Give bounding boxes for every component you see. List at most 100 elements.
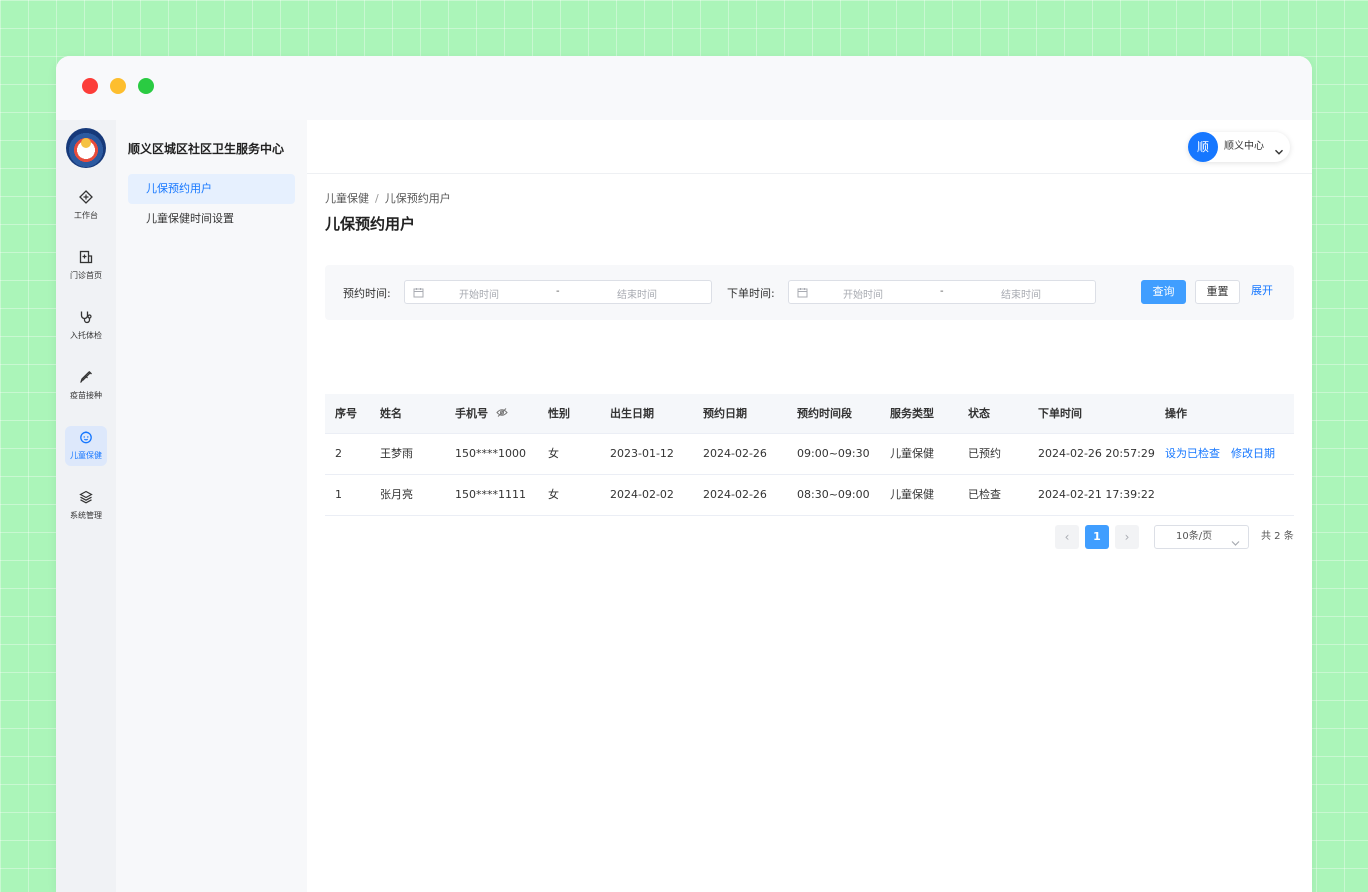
column-header: 状态 <box>968 407 990 420</box>
column-header: 预约日期 <box>703 407 747 420</box>
column-header: 预约时间段 <box>797 407 852 420</box>
table-row: 2 王梦雨 150****1000 女 2023-01-12 2024-02-2… <box>325 434 1294 475</box>
rail-item-checkup[interactable]: 入托体检 <box>65 306 107 346</box>
icon-rail: 工作台 门诊首页 入托体检 疫苗接种 儿童保健 系统管理 <box>56 120 116 892</box>
filter-panel: 预约时间: 开始时间 - 结束时间 下单时间: 开始时间 - 结束时间 查询 重… <box>325 265 1294 320</box>
reset-button[interactable]: 重置 <box>1195 280 1240 304</box>
calendar-icon <box>413 287 424 301</box>
main-content: 顺 顺义中心 儿童保健 / 儿保预约用户 儿保预约用户 预约时间: 开始时间 - 结… <box>307 120 1312 892</box>
query-button[interactable]: 查询 <box>1141 280 1186 304</box>
column-header: 操作 <box>1165 407 1187 420</box>
sidebar-item-time-settings[interactable]: 儿童保健时间设置 <box>128 204 295 234</box>
cell-status: 已预约 <box>968 447 1001 460</box>
user-menu[interactable]: 顺 顺义中心 <box>1188 132 1290 162</box>
appointment-end-input[interactable]: 结束时间 <box>617 286 657 301</box>
rail-item-label: 系统管理 <box>70 511 102 520</box>
org-name: 顺义区城区社区卫生服务中心 <box>128 142 285 156</box>
cell-birth-date: 2023-01-12 <box>610 447 674 460</box>
rail-item-vaccine[interactable]: 疫苗接种 <box>65 366 107 406</box>
cell-gender: 女 <box>548 488 559 501</box>
cell-birth-date: 2024-02-02 <box>610 488 674 501</box>
column-header: 性别 <box>548 407 570 420</box>
order-time-range-picker[interactable]: 开始时间 - 结束时间 <box>788 280 1096 304</box>
cell-service-type: 儿童保健 <box>890 447 934 460</box>
range-separator: - <box>556 286 560 297</box>
rail-item-label: 儿童保健 <box>70 451 102 460</box>
rail-item-system[interactable]: 系统管理 <box>65 486 107 526</box>
clinic-icon <box>65 250 107 268</box>
top-bar: 顺 顺义中心 <box>307 120 1312 174</box>
minimize-window-button[interactable] <box>110 78 126 94</box>
order-time-label: 下单时间: <box>727 287 775 300</box>
org-logo <box>66 128 106 168</box>
appointment-start-input[interactable]: 开始时间 <box>459 286 499 301</box>
syringe-icon <box>65 370 107 388</box>
stethoscope-icon <box>65 310 107 328</box>
page-title: 儿保预约用户 <box>325 215 416 233</box>
column-header: 服务类型 <box>890 407 934 420</box>
sidebar-item-appointment-users[interactable]: 儿保预约用户 <box>128 174 295 204</box>
user-name: 顺义中心 <box>1224 141 1264 152</box>
title-bar <box>56 56 1312 120</box>
page-number-current[interactable]: 1 <box>1085 525 1109 549</box>
rail-item-child-care[interactable]: 儿童保健 <box>65 426 107 466</box>
chevron-down-icon <box>1231 534 1240 556</box>
layers-icon <box>65 490 107 508</box>
prev-page-button[interactable]: ‹ <box>1055 525 1079 549</box>
breadcrumb-parent[interactable]: 儿童保健 <box>325 192 369 205</box>
appointment-time-range-picker[interactable]: 开始时间 - 结束时间 <box>404 280 712 304</box>
cell-gender: 女 <box>548 447 559 460</box>
column-header: 序号 <box>335 407 357 420</box>
app-window: 工作台 门诊首页 入托体检 疫苗接种 儿童保健 系统管理 顺义区城区社区卫生服务… <box>56 56 1312 892</box>
cell-index: 2 <box>335 447 342 460</box>
baby-icon <box>65 430 107 448</box>
page-size-select[interactable]: 10条/页 <box>1154 525 1249 549</box>
rail-item-label: 入托体检 <box>70 331 102 340</box>
table-header: 序号 姓名 手机号 性别 出生日期 预约日期 预约时间段 服务类型 状态 下单时… <box>325 394 1294 434</box>
page-size-value: 10条/页 <box>1176 531 1213 542</box>
sub-sidebar: 顺义区城区社区卫生服务中心 儿保预约用户 儿童保健时间设置 <box>116 120 307 892</box>
cell-order-time: 2024-02-21 17:39:22 <box>1038 488 1155 501</box>
column-header: 姓名 <box>380 407 402 420</box>
cell-status: 已检查 <box>968 488 1001 501</box>
appointment-time-label: 预约时间: <box>343 287 391 300</box>
column-header: 出生日期 <box>610 407 654 420</box>
cell-name: 张月亮 <box>380 488 413 501</box>
calendar-icon <box>797 287 808 301</box>
cell-phone: 150****1111 <box>455 488 526 501</box>
order-start-input[interactable]: 开始时间 <box>843 286 883 301</box>
rail-item-label: 疫苗接种 <box>70 391 102 400</box>
cell-index: 1 <box>335 488 342 501</box>
breadcrumb-current: 儿保预约用户 <box>384 192 451 205</box>
eye-off-icon[interactable] <box>496 394 508 434</box>
breadcrumb-separator: / <box>375 192 379 205</box>
maximize-window-button[interactable] <box>138 78 154 94</box>
table-row: 1 张月亮 150****1111 女 2024-02-02 2024-02-2… <box>325 475 1294 516</box>
cell-name: 王梦雨 <box>380 447 413 460</box>
dashboard-icon <box>65 190 107 208</box>
rail-item-label: 门诊首页 <box>70 271 102 280</box>
mark-checked-link[interactable]: 设为已检查 <box>1165 434 1220 474</box>
range-separator: - <box>940 286 944 297</box>
avatar: 顺 <box>1188 132 1218 162</box>
rail-item-clinic[interactable]: 门诊首页 <box>65 246 107 286</box>
next-page-button[interactable]: › <box>1115 525 1139 549</box>
breadcrumb: 儿童保健 / 儿保预约用户 <box>325 190 451 206</box>
chevron-down-icon <box>1274 142 1284 161</box>
rail-item-workbench[interactable]: 工作台 <box>65 186 107 226</box>
close-window-button[interactable] <box>82 78 98 94</box>
cell-time-slot: 09:00~09:30 <box>797 447 870 460</box>
rail-item-label: 工作台 <box>74 211 98 220</box>
order-end-input[interactable]: 结束时间 <box>1001 286 1041 301</box>
change-date-link[interactable]: 修改日期 <box>1231 434 1275 474</box>
appointments-table: 序号 姓名 手机号 性别 出生日期 预约日期 预约时间段 服务类型 状态 下单时… <box>325 394 1294 516</box>
cell-appointment-date: 2024-02-26 <box>703 488 767 501</box>
column-header-phone: 手机号 <box>455 394 508 434</box>
cell-phone: 150****1000 <box>455 447 526 460</box>
cell-appointment-date: 2024-02-26 <box>703 447 767 460</box>
cell-service-type: 儿童保健 <box>890 488 934 501</box>
column-header: 下单时间 <box>1038 407 1082 420</box>
cell-order-time: 2024-02-26 20:57:29 <box>1038 447 1155 460</box>
expand-button[interactable]: 展开 <box>1249 280 1275 304</box>
total-count: 共 2 条 <box>1261 531 1294 542</box>
